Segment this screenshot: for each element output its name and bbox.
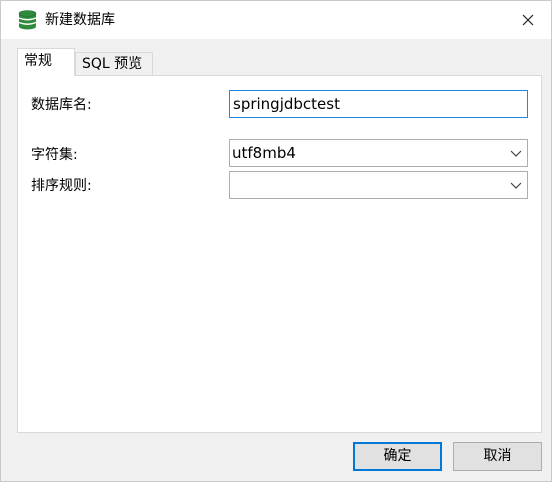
close-icon[interactable]: [517, 9, 539, 31]
general-tab-panel: 数据库名: 字符集: utf8mb4 排序规则:: [17, 75, 542, 433]
database-name-input[interactable]: [229, 90, 528, 118]
collation-select[interactable]: [229, 171, 528, 199]
database-icon: [18, 10, 37, 30]
ok-button[interactable]: 确定: [353, 442, 442, 471]
new-database-dialog: 新建数据库 常规 SQL 预览 数据库名: 字符集: utf8mb4 排序规则:…: [0, 0, 552, 482]
database-name-label: 数据库名:: [31, 97, 92, 113]
chevron-down-icon: [510, 182, 522, 189]
charset-selected-value: utf8mb4: [232, 144, 296, 162]
cancel-button[interactable]: 取消: [453, 442, 542, 471]
charset-select[interactable]: utf8mb4: [229, 139, 528, 167]
tab-sql-preview[interactable]: SQL 预览: [75, 52, 153, 76]
title-bar: 新建数据库: [1, 1, 551, 39]
dialog-title: 新建数据库: [45, 12, 115, 28]
chevron-down-icon: [510, 150, 522, 157]
charset-label: 字符集:: [31, 147, 78, 163]
collation-label: 排序规则:: [31, 178, 92, 194]
tab-general[interactable]: 常规: [17, 48, 75, 76]
